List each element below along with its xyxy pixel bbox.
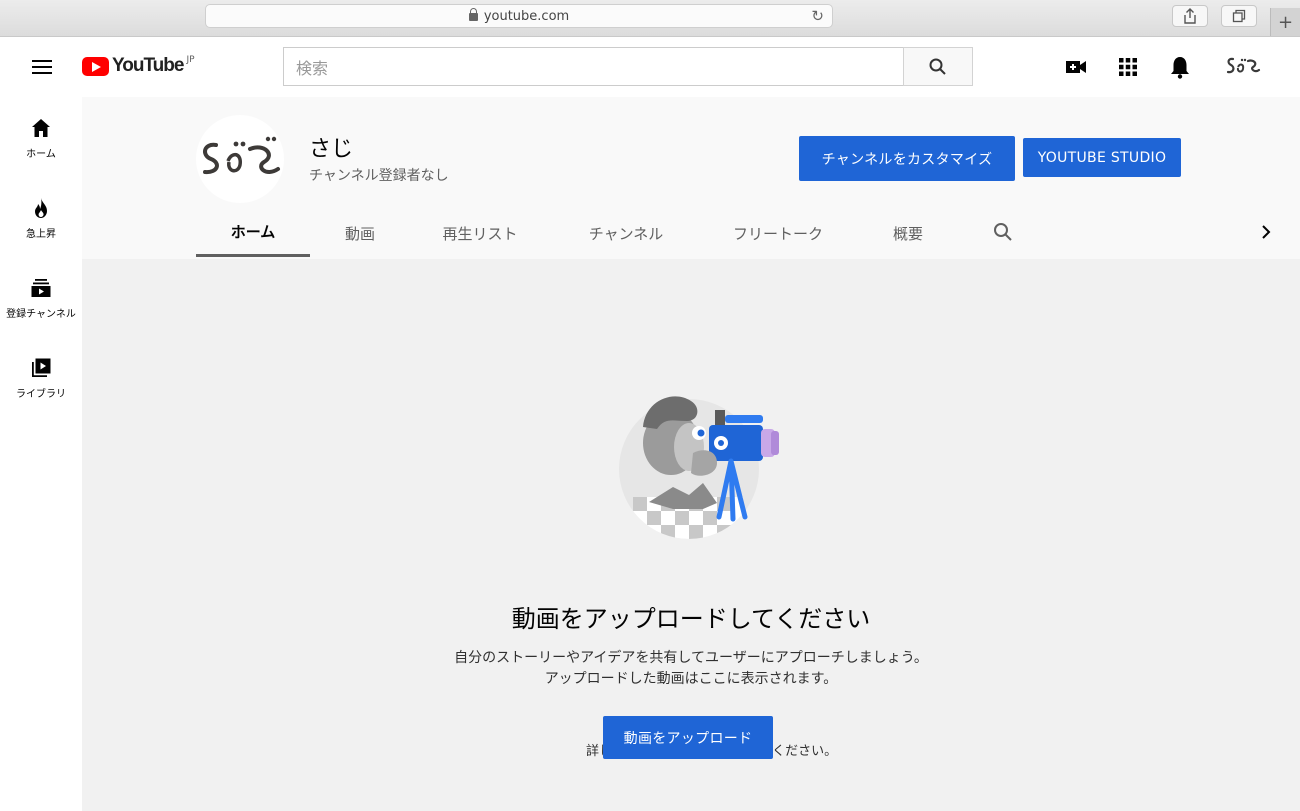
guide-item-trending[interactable]: 急上昇	[0, 183, 82, 255]
search-icon	[994, 223, 1012, 241]
subscriber-count: チャンネル登録者なし	[309, 168, 449, 184]
empty-state-line-1: 自分のストーリーやアイデアを共有してユーザーにアプローチしましょう。	[454, 650, 928, 666]
tab-discussion[interactable]: フリートーク	[722, 209, 834, 257]
notifications-button[interactable]	[1168, 55, 1192, 79]
empty-state-line-2: アップロードした動画はここに表示されます。	[544, 671, 838, 687]
new-tab-button[interactable]: +	[1270, 8, 1300, 36]
browser-chrome: youtube.com ↻ +	[0, 0, 1300, 37]
account-avatar[interactable]	[1224, 51, 1262, 83]
tab-about[interactable]: 概要	[876, 209, 940, 257]
customize-channel-button[interactable]: チャンネルをカスタマイズ	[799, 136, 1015, 181]
logo-text: YouTube	[112, 55, 184, 76]
tab-playlists[interactable]: 再生リスト	[430, 209, 530, 257]
address-bar[interactable]: youtube.com ↻	[205, 4, 833, 28]
guide-sidebar: ホーム 急上昇 登録チャンネル ライブラリ	[0, 97, 82, 811]
url-text: youtube.com	[483, 8, 570, 24]
library-icon	[32, 358, 51, 377]
channel-avatar[interactable]	[196, 115, 284, 203]
logo-region: JP	[186, 55, 195, 65]
search-input[interactable]: 検索	[283, 47, 903, 86]
camera-operator-illustration	[613, 387, 785, 547]
menu-icon[interactable]	[32, 60, 52, 74]
channel-name: さじ	[309, 137, 354, 162]
tab-videos[interactable]: 動画	[315, 209, 405, 257]
reload-icon[interactable]: ↻	[811, 7, 824, 25]
channel-content: 動画をアップロードしてください 自分のストーリーやアイデアを共有してユーザーにア…	[82, 259, 1300, 811]
share-button[interactable]	[1172, 5, 1208, 27]
search-button[interactable]	[903, 47, 973, 86]
lock-icon	[468, 8, 478, 21]
account-avatar-icon	[1226, 57, 1261, 74]
empty-state-title: 動画をアップロードしてください	[511, 605, 871, 633]
plus-icon: +	[1277, 11, 1294, 33]
guide-item-subscriptions[interactable]: 登録チャンネル	[0, 263, 82, 335]
chevron-right-icon	[1262, 225, 1271, 239]
masthead: YouTube JP 検索	[0, 37, 1300, 97]
empty-state-description: 自分のストーリーやアイデアを共有してユーザーにアプローチしましょう。 アップロー…	[82, 648, 1300, 690]
channel-header: さじ チャンネル登録者なし チャンネルをカスタマイズ YOUTUBE STUDI…	[82, 97, 1300, 259]
video-camera-plus-icon	[1066, 61, 1086, 73]
youtube-play-icon	[82, 57, 109, 76]
bell-icon	[1171, 57, 1189, 79]
flame-icon	[35, 198, 47, 218]
tabs-next-button[interactable]	[1258, 222, 1274, 246]
upload-video-button[interactable]: 動画をアップロード	[603, 716, 773, 759]
guide-item-library[interactable]: ライブラリ	[0, 343, 82, 415]
guide-item-label: 登録チャンネル	[6, 309, 76, 320]
guide-item-home[interactable]: ホーム	[0, 103, 82, 175]
tab-home[interactable]: ホーム	[196, 209, 310, 257]
tabs-icon	[1232, 9, 1246, 23]
create-video-button[interactable]	[1064, 55, 1088, 79]
tabs-overview-button[interactable]	[1221, 5, 1257, 27]
search-icon	[929, 58, 946, 75]
channel-search-button[interactable]	[992, 221, 1014, 247]
apps-button[interactable]	[1116, 55, 1140, 79]
guide-item-label: ホーム	[26, 149, 56, 160]
apps-grid-icon	[1119, 58, 1137, 76]
guide-item-label: ライブラリ	[16, 389, 66, 400]
youtube-logo[interactable]: YouTube JP	[82, 55, 195, 77]
channel-tabs: ホーム 動画 再生リスト チャンネル フリートーク 概要	[196, 209, 1296, 259]
home-icon	[32, 119, 50, 137]
guide-item-label: 急上昇	[26, 229, 56, 240]
subscriptions-icon	[31, 279, 51, 297]
youtube-studio-button[interactable]: YOUTUBE STUDIO	[1023, 138, 1181, 177]
channel-avatar-icon	[203, 136, 280, 175]
share-icon	[1184, 8, 1196, 24]
tab-channels[interactable]: チャンネル	[574, 209, 678, 257]
search-placeholder: 検索	[296, 58, 329, 78]
